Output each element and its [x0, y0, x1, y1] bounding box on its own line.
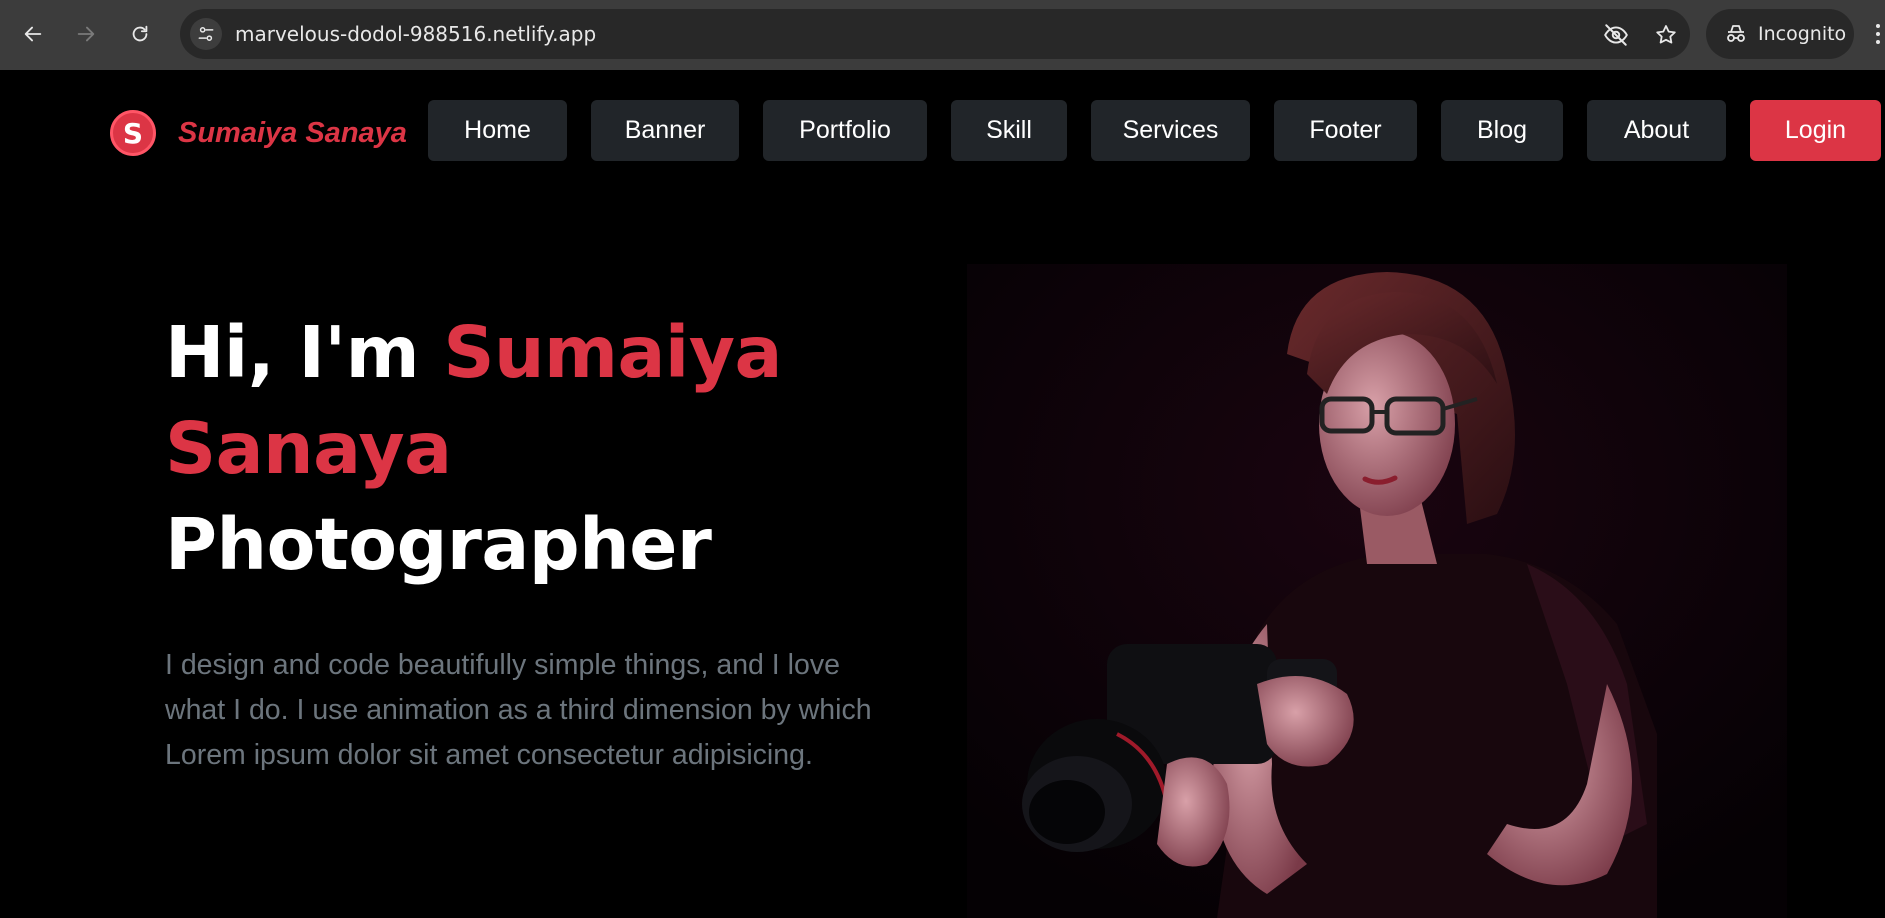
reload-icon — [132, 25, 148, 42]
back-button[interactable] — [17, 18, 49, 50]
tune-icon — [198, 27, 214, 42]
nav-blog[interactable]: Blog — [1441, 100, 1563, 161]
star-icon — [1656, 25, 1676, 44]
nav-home[interactable]: Home — [428, 100, 567, 161]
nav-about[interactable]: About — [1587, 100, 1726, 161]
hero-greeting: Hi, I'm — [165, 311, 444, 394]
tracking-protection-button[interactable] — [1602, 21, 1630, 49]
photographer-illustration — [967, 264, 1787, 918]
hero-section: Hi, I'm Sumaiya Sanaya Photographer I des… — [165, 305, 885, 778]
arrow-left-icon — [24, 26, 42, 42]
url-text[interactable]: marvelous-dodol-988516.netlify.app — [235, 22, 596, 46]
forward-button[interactable] — [70, 18, 102, 50]
incognito-indicator[interactable]: Incognito — [1706, 9, 1854, 59]
more-vertical-icon — [1876, 24, 1880, 44]
browser-menu-button[interactable] — [1872, 18, 1884, 50]
nav-footer[interactable]: Footer — [1274, 100, 1417, 161]
nav-skill[interactable]: Skill — [951, 100, 1067, 161]
hero-description: I design and code beautifully simple thi… — [165, 649, 872, 771]
brand-name[interactable]: Sumaiya Sanaya — [178, 117, 407, 150]
browser-toolbar: marvelous-dodol-988516.netlify.app Incog… — [0, 0, 1885, 70]
address-bar[interactable]: marvelous-dodol-988516.netlify.app — [180, 9, 1690, 59]
hero-photo — [967, 264, 1787, 918]
eye-off-icon — [1604, 24, 1628, 46]
brand-logo[interactable]: S — [110, 110, 156, 156]
arrow-right-icon — [77, 26, 95, 42]
nav-portfolio[interactable]: Portfolio — [763, 100, 927, 161]
site-header: S Sumaiya Sanaya Home Banner Portfolio S… — [0, 70, 1885, 190]
login-button[interactable]: Login — [1750, 100, 1881, 161]
nav-services[interactable]: Services — [1091, 100, 1250, 161]
nav-banner[interactable]: Banner — [591, 100, 739, 161]
incognito-label: Incognito — [1758, 23, 1847, 45]
brand[interactable]: S Sumaiya Sanaya — [110, 110, 407, 156]
reload-button[interactable] — [124, 18, 156, 50]
site-info-button[interactable] — [190, 18, 222, 50]
incognito-icon — [1727, 25, 1745, 42]
bookmark-button[interactable] — [1652, 21, 1680, 49]
hero-title: Hi, I'm Sumaiya Sanaya Photographer — [165, 305, 885, 593]
hero-role: Photographer — [165, 503, 712, 586]
